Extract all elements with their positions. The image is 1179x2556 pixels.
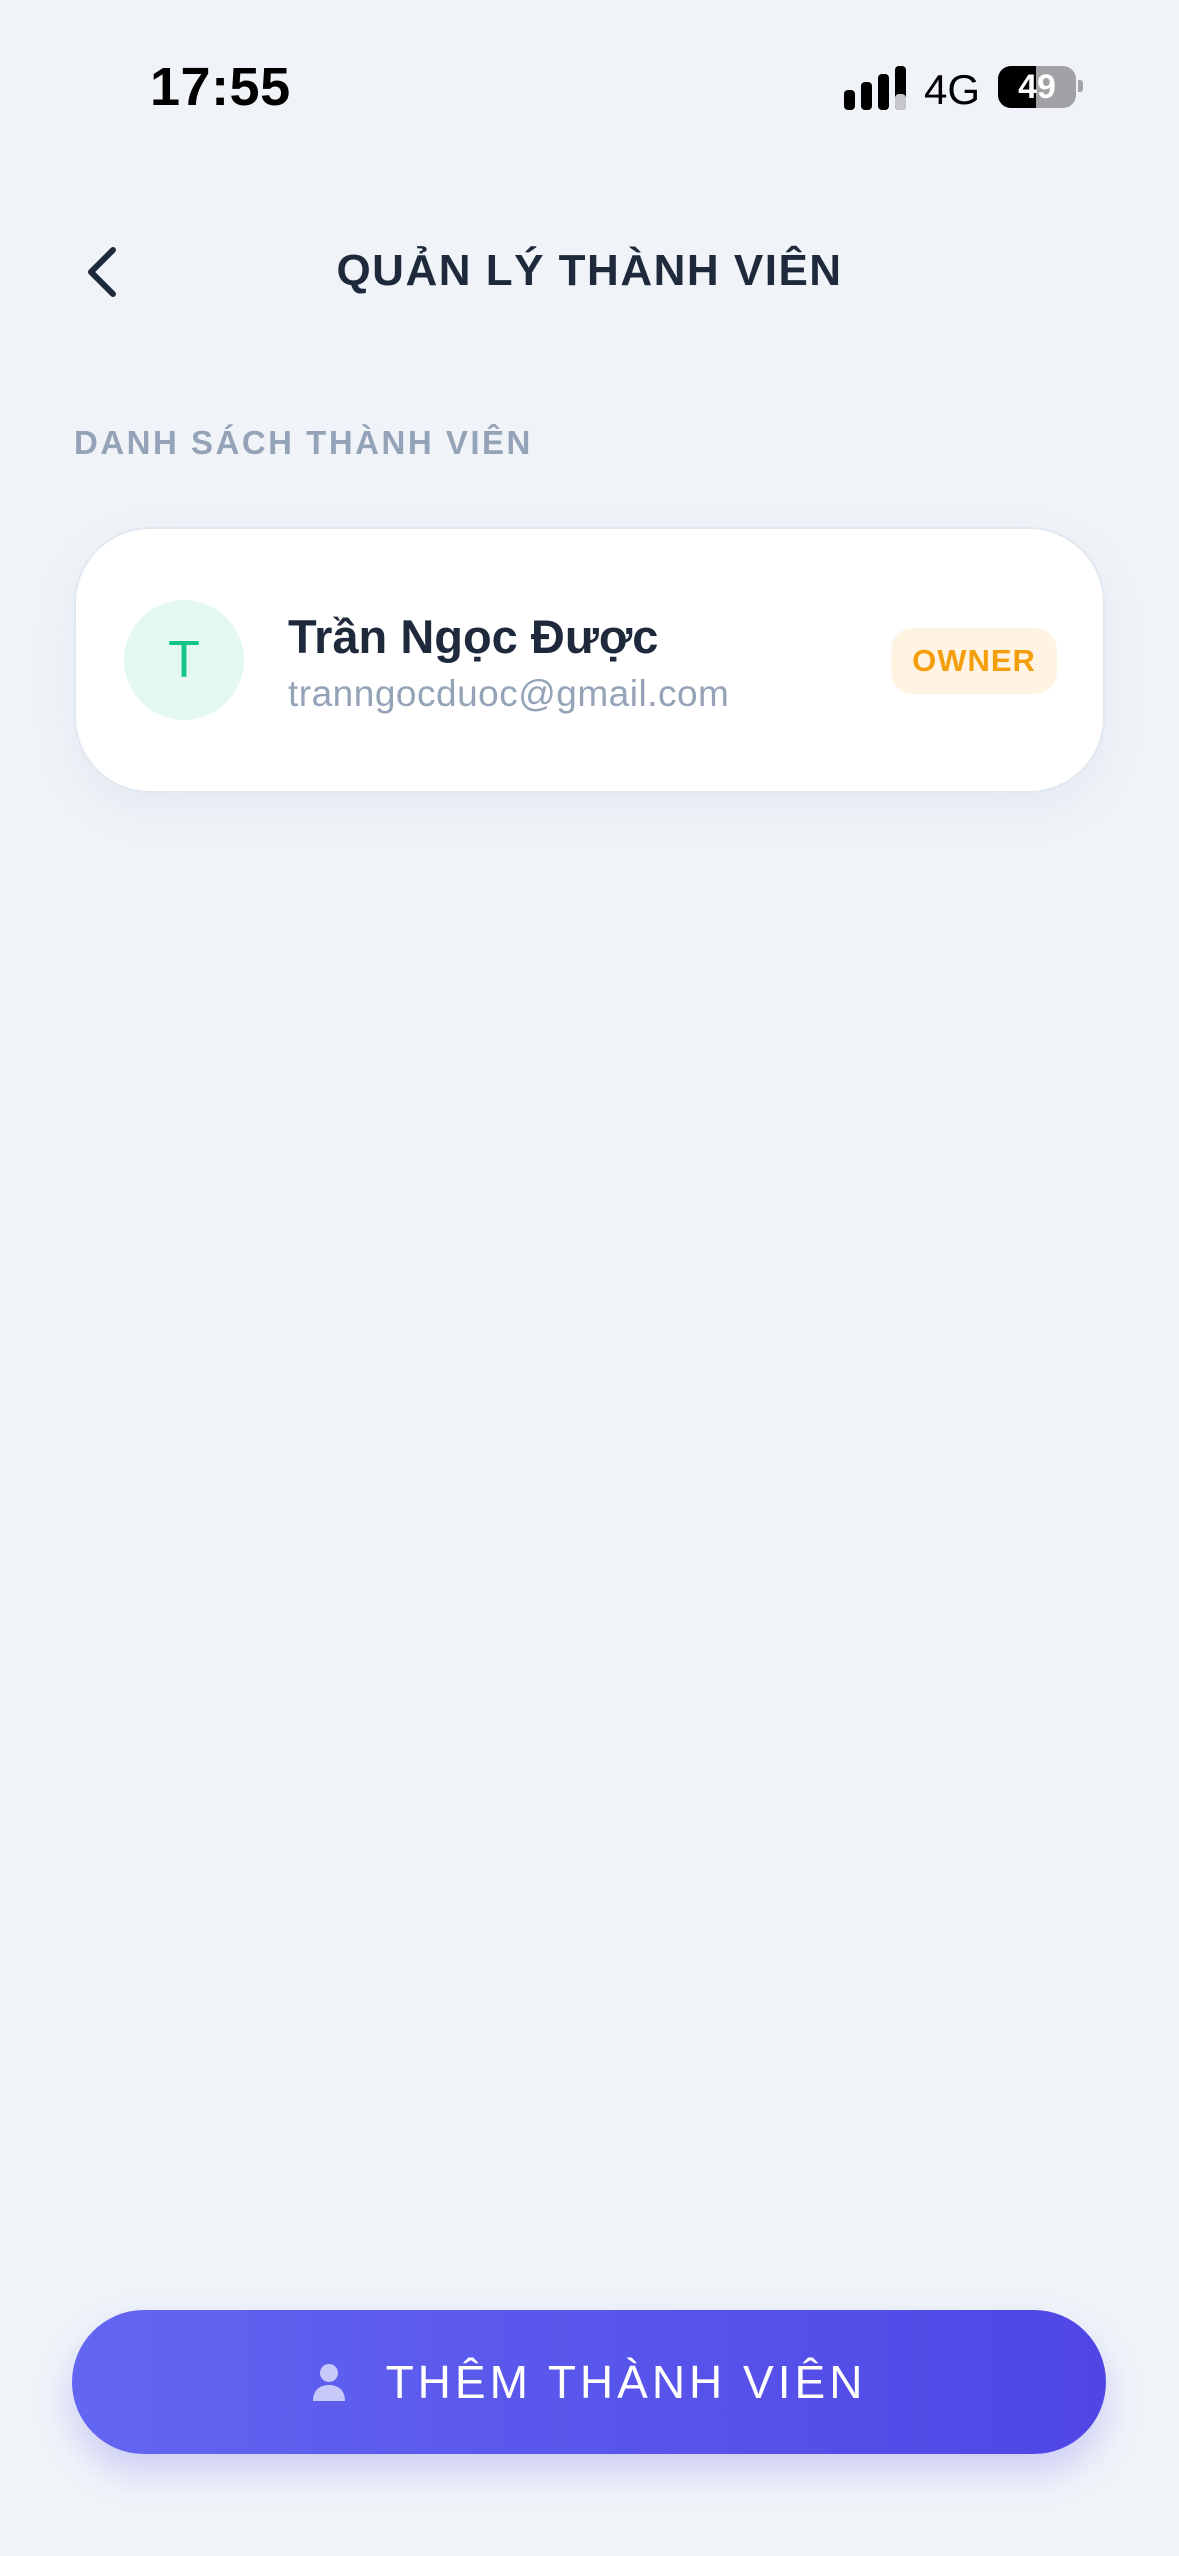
network-type: 4G — [924, 66, 981, 113]
status-indicators: 4G 49 — [844, 64, 1084, 113]
person-icon — [312, 2364, 345, 2401]
status-time: 17:55 — [150, 57, 291, 117]
battery-tip — [1078, 80, 1083, 92]
add-member-label: THÊM THÀNH VIÊN — [385, 2356, 867, 2408]
cellular-signal-icon — [844, 66, 906, 110]
member-email: tranngocduoc@gmail.com — [288, 673, 730, 714]
battery-level: 49 — [1018, 68, 1056, 106]
member-card[interactable]: T Trần Ngọc Được tranngocduoc@gmail.com … — [74, 527, 1105, 793]
battery-icon: 49 — [998, 66, 1076, 108]
member-name: Trần Ngọc Được — [288, 610, 659, 663]
page-title: QUẢN LÝ THÀNH VIÊN — [336, 246, 843, 295]
add-member-button[interactable]: THÊM THÀNH VIÊN — [72, 2310, 1106, 2454]
section-label-member-list: DANH SÁCH THÀNH VIÊN — [74, 424, 533, 461]
role-badge: OWNER — [891, 628, 1057, 694]
avatar: T — [124, 600, 244, 720]
member-management-screen: 17:55 4G 49 QUẢN LÝ THÀNH VIÊN DANH SÁCH… — [0, 0, 1179, 2556]
